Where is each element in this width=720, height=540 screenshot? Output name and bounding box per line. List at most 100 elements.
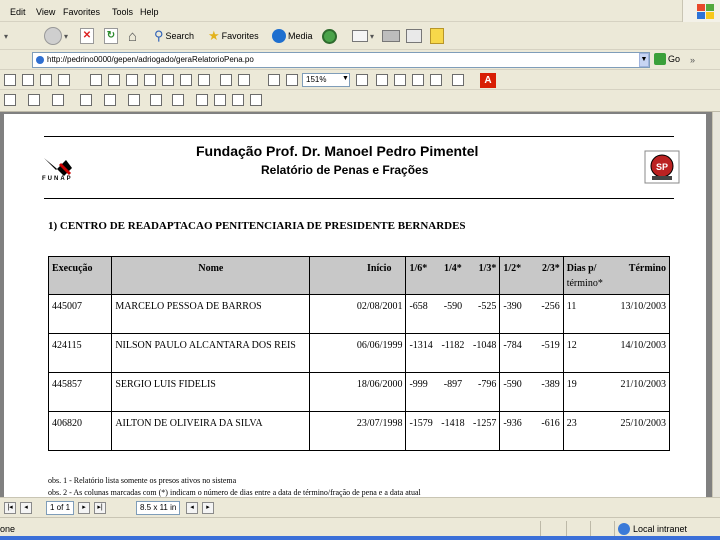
media-button[interactable]: Media [272, 27, 313, 45]
cell-dias: 19 [566, 379, 577, 390]
search-label: Search [165, 31, 195, 41]
forward-arrow-icon [44, 27, 62, 45]
text-tool-icon[interactable] [28, 94, 40, 106]
zoom-in-icon[interactable] [286, 74, 298, 86]
fit-width-icon[interactable] [412, 74, 424, 86]
forward-view-icon[interactable] [238, 74, 250, 86]
cell-1-6: -658 [409, 301, 428, 312]
cell-1-6: -999 [409, 379, 428, 390]
fit-page-icon[interactable] [394, 74, 406, 86]
notes-button[interactable] [430, 27, 444, 45]
pdf-viewer[interactable]: FUNAP Fundação Prof. Dr. Manoel Pedro Pi… [0, 112, 712, 497]
zoom-out-icon[interactable] [268, 74, 280, 86]
first-page-button[interactable]: |◂ [4, 502, 16, 514]
links-chevron-icon[interactable]: » [690, 55, 695, 65]
note-tool-icon[interactable] [80, 94, 92, 106]
cell-1-4: -897 [443, 379, 463, 390]
section-title: 1) CENTRO DE READAPTACAO PENITENCIARIA D… [48, 220, 466, 232]
page-number-box[interactable]: 1 of 1 [46, 501, 74, 515]
actual-size-icon[interactable] [376, 74, 388, 86]
save-copy-icon[interactable] [4, 74, 16, 86]
scroll-right-button[interactable]: ▸ [202, 502, 214, 514]
chevron-down-icon[interactable]: ▼ [342, 75, 349, 82]
crop-tool-icon[interactable] [52, 94, 64, 106]
cell-2-3: -519 [541, 340, 560, 351]
cell-termino: 12 14/10/2003 [562, 333, 671, 373]
printer-icon [382, 30, 400, 42]
header-rule-top [44, 136, 674, 137]
col-dias: Dias p/ [566, 263, 597, 274]
zoom-tool-icon[interactable] [356, 74, 368, 86]
cell-fracoes-1: -658 -590 -525 [405, 294, 501, 334]
scroll-left-button[interactable]: ◂ [186, 502, 198, 514]
address-dropdown-button[interactable]: ▼ [639, 53, 649, 67]
search-button[interactable]: ⚲ Search [154, 27, 194, 45]
cell-execucao: 406820 [47, 411, 113, 451]
cell-2-3: -389 [541, 379, 560, 390]
vertical-scrollbar[interactable] [712, 112, 720, 497]
menu-edit[interactable]: Edit [10, 7, 26, 17]
movie-tool-icon[interactable] [232, 94, 244, 106]
cell-fracoes-1: -1579 -1418 -1257 [405, 411, 501, 451]
print-icon[interactable] [22, 74, 34, 86]
next-page-icon[interactable] [180, 74, 192, 86]
refresh-button[interactable]: ↻ [104, 27, 118, 45]
go-arrow-icon [654, 53, 666, 65]
search-doc-icon[interactable] [58, 74, 70, 86]
forward-nav-button[interactable]: ▾ [44, 27, 68, 45]
page-size-box: 8.5 x 11 in [136, 501, 180, 515]
edit-button[interactable] [406, 27, 422, 45]
history-icon [322, 28, 337, 44]
cell-1-3: -796 [478, 379, 497, 390]
cell-fracoes-1: -999 -897 -796 [405, 372, 501, 412]
last-page-button[interactable]: ▸| [94, 502, 106, 514]
go-button[interactable]: Go [654, 53, 680, 65]
back-view-icon[interactable] [220, 74, 232, 86]
menu-tools[interactable]: Tools [112, 7, 133, 17]
rotate-icon[interactable] [430, 74, 442, 86]
highlight-tool-icon[interactable] [128, 94, 140, 106]
graphics-tool-icon[interactable] [172, 94, 184, 106]
cell-execucao: 445857 [47, 372, 113, 412]
first-page-icon[interactable] [144, 74, 156, 86]
next-page-button[interactable]: ▸ [78, 502, 90, 514]
cell-fracoes-2: -590 -389 [499, 372, 564, 412]
history-button[interactable] [322, 27, 337, 45]
text-select-icon[interactable] [108, 74, 120, 86]
col-2-3: 2/3* [541, 263, 560, 274]
funap-logo-text: FUNAP [42, 176, 73, 182]
print-button[interactable] [382, 27, 400, 45]
cell-1-3: -525 [478, 301, 497, 312]
standard-toolbar: ▾ ▾ ✕ ↻ ⌂ ⚲ Search ★ Favorites Media ▾ [0, 22, 720, 50]
address-input[interactable]: http://pedrino0000/gepen/adriogado/geraR… [32, 52, 650, 68]
pencil-tool-icon[interactable] [104, 94, 116, 106]
cell-execucao: 424115 [47, 333, 113, 373]
stamp-tool-icon[interactable] [150, 94, 162, 106]
stop-button[interactable]: ✕ [80, 27, 94, 45]
mail-button[interactable]: ▾ [352, 27, 374, 45]
article-tool-icon[interactable] [250, 94, 262, 106]
report-subtitle: Relatório de Penas e Frações [261, 163, 429, 177]
snapshot-icon[interactable] [126, 74, 138, 86]
cell-dias: 23 [566, 418, 577, 429]
menu-favorites[interactable]: Favorites [63, 7, 100, 17]
favorites-button[interactable]: ★ Favorites [208, 27, 259, 45]
link-tool-icon[interactable] [214, 94, 226, 106]
page-layout-icon[interactable] [452, 74, 464, 86]
col-fracoes-1: 1/6* 1/4* 1/3* [405, 256, 501, 295]
prev-page-button[interactable]: ◂ [20, 502, 32, 514]
note-icon [430, 28, 444, 44]
cell-termino: 11 13/10/2003 [562, 294, 671, 334]
email-icon[interactable] [40, 74, 52, 86]
form-tool-icon[interactable] [196, 94, 208, 106]
prev-page-icon[interactable] [162, 74, 174, 86]
menu-view[interactable]: View [36, 7, 55, 17]
forward-button[interactable]: ▾ [4, 27, 8, 45]
home-button[interactable]: ⌂ [128, 27, 137, 45]
last-page-icon[interactable] [198, 74, 210, 86]
cell-1-2: -936 [503, 418, 522, 429]
select-tool-icon[interactable] [4, 94, 16, 106]
menu-help[interactable]: Help [140, 7, 159, 17]
cell-termino-date: 13/10/2003 [620, 301, 666, 312]
hand-tool-icon[interactable] [90, 74, 102, 86]
